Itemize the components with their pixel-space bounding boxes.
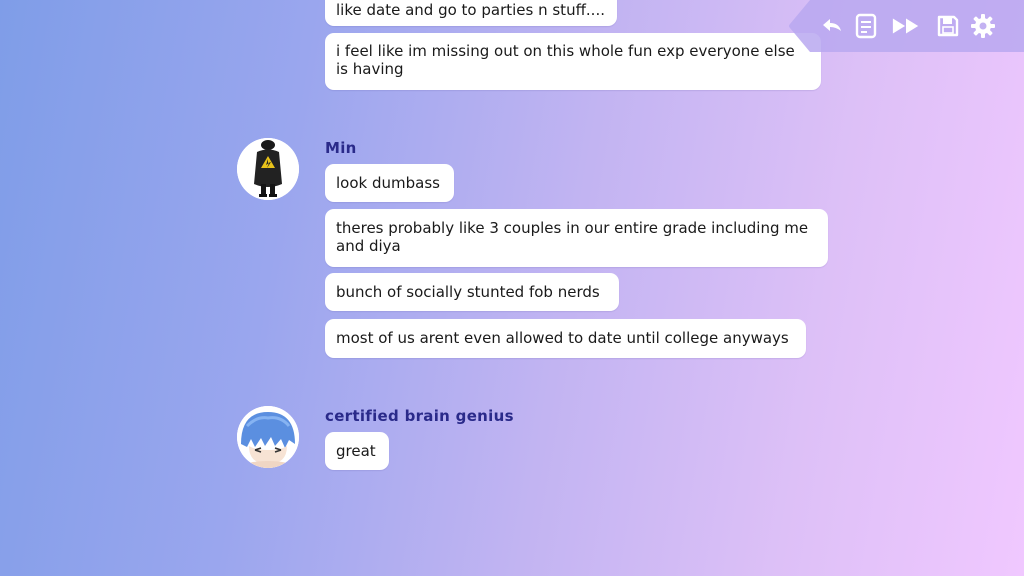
message-bubble: bunch of socially stunted fob nerds xyxy=(325,273,619,311)
back-icon xyxy=(823,19,841,31)
history-button[interactable] xyxy=(851,11,881,41)
message-bubble: look dumbass xyxy=(325,164,454,202)
quick-menu xyxy=(788,0,1024,52)
blue-hair-anime-avatar-icon xyxy=(237,406,299,468)
message-bubble: i feel like im missing out on this whole… xyxy=(325,33,821,90)
back-button[interactable] xyxy=(817,11,847,41)
skip-icon xyxy=(892,18,919,34)
speaker-name: certified brain genius xyxy=(325,407,514,425)
min-avatar xyxy=(237,138,299,200)
chat-log: like date and go to parties n stuff.... … xyxy=(0,0,1024,576)
save-icon xyxy=(937,15,959,37)
save-button[interactable] xyxy=(933,11,963,41)
history-icon xyxy=(855,13,877,39)
message-bubble: theres probably like 3 couples in our en… xyxy=(325,209,828,267)
speaker-name: Min xyxy=(325,139,357,157)
dark-figure-avatar-icon xyxy=(237,138,299,200)
message-bubble: like date and go to parties n stuff.... xyxy=(325,0,617,26)
message-bubble: great xyxy=(325,432,389,470)
message-bubble: most of us arent even allowed to date un… xyxy=(325,319,806,358)
skip-button[interactable] xyxy=(891,11,921,41)
settings-icon xyxy=(971,14,995,38)
settings-button[interactable] xyxy=(968,11,998,41)
certified-brain-genius-avatar xyxy=(237,406,299,468)
